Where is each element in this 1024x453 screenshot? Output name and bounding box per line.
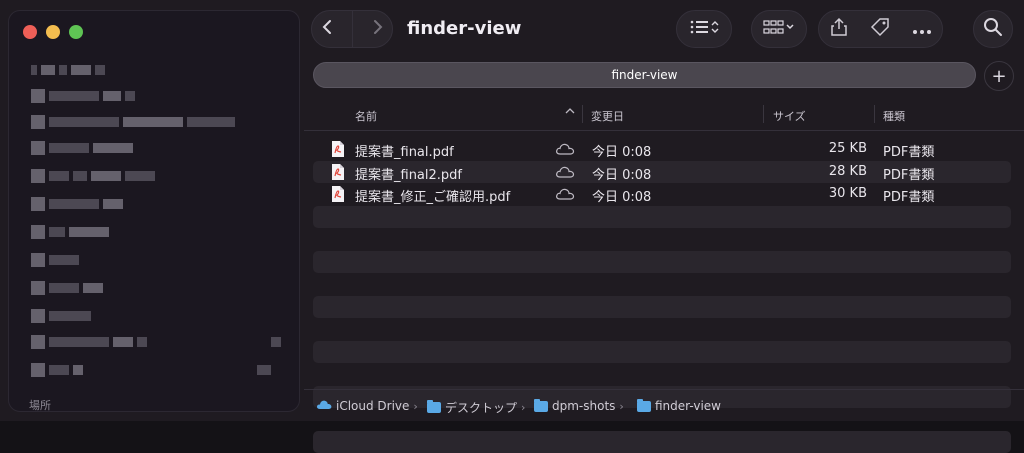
sidebar-item-redacted[interactable] xyxy=(31,225,109,239)
breadcrumb: iCloud Drive › デスクトップ › dpm-shots › find… xyxy=(304,389,1024,422)
file-kind: PDF書類 xyxy=(883,141,934,160)
column-kind[interactable]: 種類 xyxy=(883,108,905,124)
folder-icon xyxy=(427,402,441,413)
tag-icon[interactable] xyxy=(869,17,891,41)
list-view-icon xyxy=(689,19,719,39)
breadcrumb-item-finder-view[interactable]: finder-view xyxy=(637,399,721,413)
tab-finder-view[interactable]: finder-view xyxy=(313,62,976,88)
ellipsis-icon[interactable] xyxy=(912,20,932,39)
close-window-button[interactable] xyxy=(23,25,37,39)
cloud-icon xyxy=(555,143,575,155)
chevron-right-icon: › xyxy=(413,400,417,413)
folder-icon xyxy=(637,401,651,412)
minimize-window-button[interactable] xyxy=(46,25,60,39)
folder-icon xyxy=(534,401,548,412)
file-size: 28 KB xyxy=(823,164,867,179)
empty-row xyxy=(313,273,1011,296)
nav-buttons xyxy=(311,10,393,48)
view-mode-button[interactable] xyxy=(676,10,732,48)
chevron-left-icon[interactable] xyxy=(321,19,335,39)
chevron-right-icon[interactable] xyxy=(370,19,384,39)
chevron-right-icon: › xyxy=(521,401,525,414)
new-tab-button[interactable]: + xyxy=(984,61,1014,91)
pdf-file-icon xyxy=(331,141,345,157)
zoom-window-button[interactable] xyxy=(69,25,83,39)
empty-row xyxy=(313,206,1011,229)
file-kind: PDF書類 xyxy=(883,186,934,205)
finder-window: 場所 finder-view xyxy=(0,0,1024,421)
empty-row xyxy=(313,296,1011,319)
column-header: 名前 変更日 サイズ 種類 xyxy=(304,100,1024,131)
breadcrumb-label: デスクトップ xyxy=(445,399,517,416)
search-button[interactable] xyxy=(973,10,1013,48)
sidebar-item-redacted[interactable] xyxy=(31,197,123,211)
breadcrumb-label: finder-view xyxy=(655,399,721,413)
breadcrumb-item-icloud[interactable]: iCloud Drive › xyxy=(316,399,418,413)
empty-row xyxy=(313,251,1011,274)
empty-row xyxy=(313,228,1011,251)
empty-row xyxy=(313,318,1011,341)
chevron-right-icon: › xyxy=(619,400,623,413)
sidebar-item-redacted[interactable] xyxy=(31,309,91,323)
chevron-up-icon[interactable] xyxy=(564,106,576,119)
window-controls xyxy=(23,25,83,39)
cloud-icon xyxy=(316,399,332,413)
breadcrumb-item-dpm-shots[interactable]: dpm-shots › xyxy=(534,399,624,413)
group-button[interactable] xyxy=(751,10,807,48)
sidebar-item-redacted[interactable] xyxy=(31,141,133,155)
sidebar: 場所 xyxy=(8,10,300,412)
breadcrumb-label: iCloud Drive xyxy=(336,399,409,413)
file-date: 今日 0:08 xyxy=(592,164,651,183)
file-row[interactable]: 提案書_final.pdf 今日 0:08 25 KB PDF書類 xyxy=(313,138,1011,161)
share-icon[interactable] xyxy=(830,17,848,41)
pdf-file-icon xyxy=(331,164,345,180)
action-buttons xyxy=(818,10,943,48)
empty-row xyxy=(313,431,1011,453)
file-date: 今日 0:08 xyxy=(592,141,651,160)
cloud-icon xyxy=(555,188,575,200)
sidebar-item-redacted[interactable] xyxy=(31,253,79,267)
column-name[interactable]: 名前 xyxy=(355,108,377,124)
column-modified[interactable]: 変更日 xyxy=(591,108,624,124)
sidebar-item-redacted[interactable] xyxy=(31,63,105,77)
sidebar-item-redacted[interactable] xyxy=(31,281,103,295)
empty-row xyxy=(313,341,1011,364)
empty-row xyxy=(313,363,1011,386)
file-name: 提案書_final2.pdf xyxy=(355,164,462,183)
column-size[interactable]: サイズ xyxy=(773,108,806,124)
breadcrumb-label: dpm-shots xyxy=(552,399,615,413)
sidebar-item-redacted[interactable] xyxy=(31,363,271,377)
sidebar-item-redacted[interactable] xyxy=(31,89,135,103)
file-row[interactable]: 提案書_final2.pdf 今日 0:08 28 KB PDF書類 xyxy=(313,161,1011,184)
file-size: 30 KB xyxy=(823,186,867,201)
cloud-icon xyxy=(555,166,575,178)
file-name: 提案書_修正_ご確認用.pdf xyxy=(355,186,510,205)
file-name: 提案書_final.pdf xyxy=(355,141,454,160)
search-icon xyxy=(983,17,1003,41)
sidebar-item-redacted[interactable] xyxy=(31,335,281,349)
file-row[interactable]: 提案書_修正_ご確認用.pdf 今日 0:08 30 KB PDF書類 xyxy=(313,183,1011,206)
sidebar-section-places: 場所 xyxy=(29,397,51,413)
sidebar-item-redacted[interactable] xyxy=(31,115,235,129)
breadcrumb-item-desktop[interactable]: デスクトップ › xyxy=(427,399,525,416)
grid-group-icon xyxy=(763,19,795,39)
file-kind: PDF書類 xyxy=(883,164,934,183)
file-size: 25 KB xyxy=(823,141,867,156)
window-title: finder-view xyxy=(407,18,521,39)
sidebar-item-redacted[interactable] xyxy=(31,169,155,183)
file-date: 今日 0:08 xyxy=(592,186,651,205)
pdf-file-icon xyxy=(331,186,345,202)
